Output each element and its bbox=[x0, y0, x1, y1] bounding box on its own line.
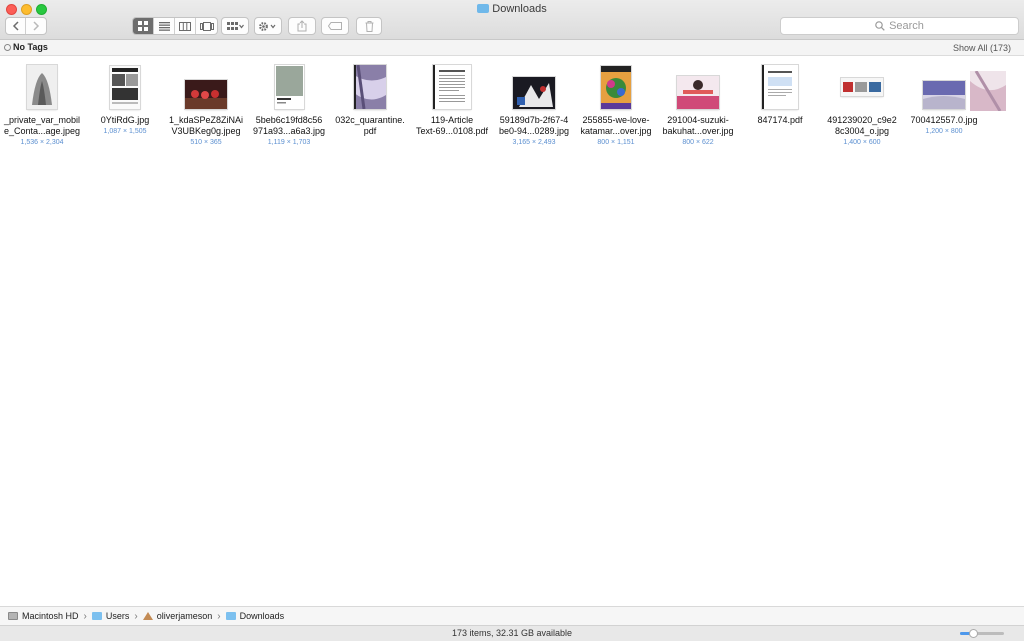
grid-icon bbox=[138, 21, 148, 31]
edit-tags-button[interactable] bbox=[321, 17, 349, 35]
pdf-thumbnail-icon bbox=[354, 65, 386, 109]
navigation-buttons bbox=[5, 17, 47, 35]
status-bar: 173 items, 32.31 GB available bbox=[0, 625, 1024, 641]
image-thumbnail-icon bbox=[27, 65, 57, 109]
icon-view-button[interactable] bbox=[133, 18, 154, 34]
list-view-button[interactable] bbox=[154, 18, 175, 34]
window-title: Downloads bbox=[0, 3, 1024, 15]
file-thumbnail bbox=[330, 65, 410, 109]
trash-icon bbox=[365, 20, 373, 32]
image-thumbnail-icon bbox=[110, 66, 140, 109]
view-mode-control bbox=[132, 17, 218, 35]
pdf-thumbnail-icon bbox=[433, 65, 471, 109]
file-name: 1_kdaSPeZ8ZiNAi V3UBKeg0g.jpeg 510 × 365 bbox=[166, 115, 246, 148]
folder-icon bbox=[91, 612, 102, 620]
window-toolbar: Downloads Search bbox=[0, 0, 1024, 40]
downloads-folder-icon bbox=[225, 612, 236, 620]
file-name: 291004-suzuki-bakuhat...over.jpg 800 × 6… bbox=[658, 115, 738, 148]
file-dimensions: 800 × 622 bbox=[682, 139, 714, 146]
path-bar: Macintosh HD › Users › oliverjameson › D… bbox=[0, 606, 1024, 625]
search-field[interactable]: Search bbox=[780, 17, 1019, 35]
image-thumbnail-icon bbox=[677, 76, 719, 109]
no-tags-filter[interactable]: No Tags bbox=[13, 42, 48, 52]
chevron-right-icon: › bbox=[83, 610, 87, 622]
search-placeholder: Search bbox=[889, 20, 924, 32]
file-dimensions: 800 × 1,151 bbox=[597, 139, 635, 146]
status-text: 173 items, 32.31 GB available bbox=[451, 628, 573, 638]
file-name: 700412557.0.jpg 1,200 × 800 bbox=[904, 115, 984, 137]
file-name: 5beb6c19fd8c56 971a93...a6a3.jpg 1,119 × … bbox=[249, 115, 329, 148]
file-dimensions: 1,119 × 1,703 bbox=[267, 139, 311, 146]
file-thumbnail bbox=[658, 65, 738, 109]
file-thumbnail bbox=[904, 65, 1006, 111]
gallery-view-button[interactable] bbox=[196, 18, 217, 34]
file-name: 847174.pdf bbox=[757, 115, 803, 125]
pdf-thumbnail-icon bbox=[762, 65, 798, 109]
image-thumbnail-icon bbox=[841, 78, 883, 96]
forward-button[interactable] bbox=[26, 18, 46, 34]
file-dimensions: 1,536 × 2,304 bbox=[20, 139, 64, 146]
file-dimensions: 510 × 365 bbox=[190, 139, 222, 146]
share-icon bbox=[297, 20, 307, 32]
file-thumbnail bbox=[2, 65, 82, 109]
file-thumbnail bbox=[85, 65, 165, 109]
group-by-button[interactable] bbox=[221, 17, 249, 35]
action-menu-button[interactable] bbox=[254, 17, 282, 35]
hard-drive-icon bbox=[8, 612, 18, 620]
path-crumb-macintosh-hd[interactable]: Macintosh HD bbox=[8, 611, 79, 621]
file-dimensions: 1,200 × 800 bbox=[925, 128, 963, 135]
file-name: 119-Article Text-69...0108.pdf bbox=[415, 115, 489, 136]
columns-icon bbox=[179, 21, 191, 31]
file-thumbnail bbox=[494, 65, 574, 109]
delete-button[interactable] bbox=[356, 17, 382, 35]
home-icon bbox=[142, 612, 153, 620]
gear-icon bbox=[259, 21, 276, 31]
icon-size-slider[interactable] bbox=[960, 629, 1004, 638]
chevron-left-icon bbox=[12, 21, 19, 31]
file-name: 491239020_c9e2 8c3004_o.jpg 1,400 × 600 bbox=[822, 115, 902, 148]
file-thumbnail bbox=[249, 65, 329, 109]
file-thumbnail bbox=[576, 65, 656, 109]
path-crumb-users[interactable]: Users bbox=[91, 611, 129, 621]
path-crumb-home[interactable]: oliverjameson bbox=[142, 611, 212, 621]
file-name: _private_var_mobil e_Conta...age.jpeg 1,5… bbox=[3, 115, 81, 146]
file-dimensions: 1,087 × 1,505 bbox=[103, 128, 147, 135]
file-dimensions: 3,165 × 2,493 bbox=[512, 139, 556, 146]
tag-icon bbox=[328, 22, 342, 30]
file-thumbnail bbox=[166, 65, 246, 109]
icon-size-slider-knob[interactable] bbox=[968, 629, 978, 638]
show-all-button[interactable]: Show All (173) bbox=[953, 43, 1011, 53]
image-thumbnail-icon bbox=[185, 80, 227, 109]
file-thumbnail bbox=[740, 65, 820, 109]
file-name: 59189d7b-2f67-4 be0-94...0289.jpg 3,165 ×… bbox=[494, 115, 574, 148]
image-thumbnail-icon bbox=[513, 77, 555, 109]
chevron-right-icon bbox=[33, 21, 40, 31]
file-thumbnail bbox=[412, 65, 492, 109]
image-thumbnail-icon bbox=[970, 71, 1006, 111]
column-view-button[interactable] bbox=[175, 18, 196, 34]
image-thumbnail-icon bbox=[274, 65, 304, 109]
chevron-right-icon: › bbox=[217, 610, 221, 622]
file-name: 255855-we-love-katamar...over.jpg 800 × … bbox=[576, 115, 656, 148]
path-crumb-downloads[interactable]: Downloads bbox=[225, 611, 284, 621]
list-icon bbox=[158, 21, 170, 31]
group-grid-icon bbox=[226, 21, 244, 30]
chevron-right-icon: › bbox=[134, 610, 138, 622]
tags-bar: No Tags Show All (173) bbox=[0, 40, 1024, 56]
share-button[interactable] bbox=[288, 17, 316, 35]
file-thumbnail bbox=[822, 65, 902, 109]
search-icon bbox=[875, 21, 885, 31]
file-dimensions: 1,400 × 600 bbox=[843, 139, 881, 146]
image-thumbnail-icon bbox=[601, 66, 631, 109]
file-name: 0YtiRdG.jpg 1,087 × 1,505 bbox=[85, 115, 165, 137]
gallery-icon bbox=[199, 21, 214, 31]
file-name: 032c_quarantine. pdf bbox=[335, 115, 405, 136]
tag-circle-icon bbox=[4, 44, 11, 51]
image-thumbnail-icon bbox=[923, 81, 965, 109]
back-button[interactable] bbox=[6, 18, 26, 34]
file-grid: _private_var_mobil e_Conta...age.jpeg 1,5… bbox=[0, 57, 1024, 605]
downloads-folder-icon bbox=[477, 4, 490, 13]
